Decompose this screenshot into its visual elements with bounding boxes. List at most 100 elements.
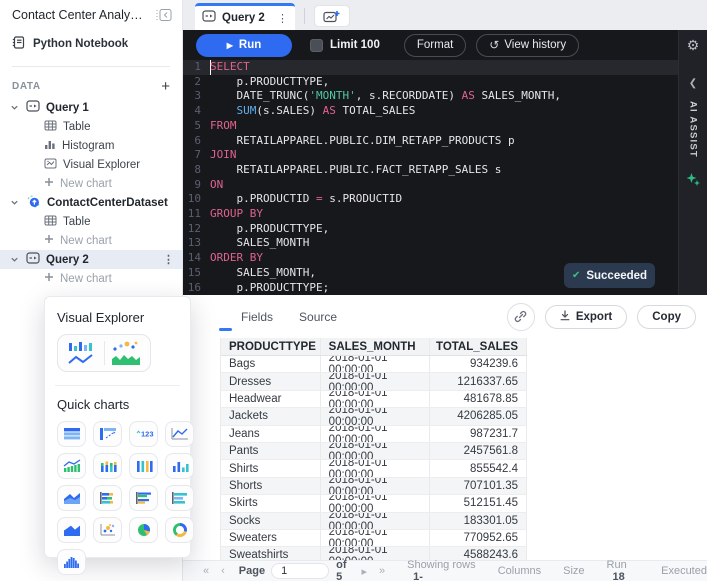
tab-fields[interactable]: Fields [241,310,273,324]
line-number: 13 [183,236,210,251]
sidebar-subitem-new-chart[interactable]: New chart [0,174,182,193]
code-line-7[interactable]: 7JOIN [183,148,678,163]
sidebar-item-query-2[interactable]: Query 2⋮ [0,250,182,269]
code-line-12[interactable]: 12 p.PRODUCTTYPE, [183,222,678,237]
tab-menu-icon[interactable]: ⋮ [277,12,288,25]
table-row[interactable]: Sweatshirts2018-01-01 00:00:004588243.6 [221,547,527,560]
code-line-3[interactable]: 3 DATE_TRUNC('MONTH', s.RECORDDATE) AS S… [183,89,678,104]
quick-chart-line-combo-icon [62,458,82,474]
table-row[interactable]: Bags2018-01-01 00:00:00934239.6 [221,356,527,373]
chevron-down-icon[interactable] [8,255,20,264]
quick-chart-grouped-bar-button[interactable] [129,485,158,511]
quick-chart-area-large-button[interactable] [57,517,86,543]
code-line-8[interactable]: 8 RETAILAPPAREL.PUBLIC.FACT_RETAPP_SALES… [183,163,678,178]
code-line-5[interactable]: 5FROM [183,119,678,134]
sidebar-subitem-new-chart[interactable]: New chart [0,269,182,288]
quick-chart-bar-button[interactable] [165,485,194,511]
sidebar-subitem-histogram[interactable]: Histogram [0,136,182,155]
sidebar-subitem-visual-explorer[interactable]: Visual Explorer [0,155,182,174]
run-button[interactable]: ▶ Run [196,34,292,57]
tree-item-label: Visual Explorer [63,159,140,171]
code-line-9[interactable]: 9ON [183,178,678,193]
quick-chart-histogram-button[interactable] [57,549,86,575]
quick-chart-pivot-icon [98,426,118,442]
table-cell: Shorts [221,478,321,494]
item-menu-icon[interactable]: ⋮ [163,253,174,266]
quick-chart-donut-icon [170,522,190,538]
column-header[interactable]: TOTAL_SALES [430,338,527,355]
table-row[interactable]: Shorts2018-01-01 00:00:00707101.35 [221,478,527,495]
code-line-10[interactable]: 10 p.PRODUCTID = s.PRODUCTID [183,192,678,207]
view-history-button[interactable]: ↺ View history [476,34,579,57]
prev-page-icon[interactable]: ‹ [221,565,225,577]
popup-title: Visual Explorer [57,310,178,325]
add-data-button[interactable]: + [161,79,170,94]
quick-chart-pie-button[interactable] [129,517,158,543]
last-page-icon[interactable]: » [379,565,385,577]
quick-chart-scatter-button[interactable] [93,517,122,543]
sidebar-subitem-table[interactable]: Table [0,212,182,231]
collapse-sidebar-icon[interactable] [155,8,172,22]
code-line-2[interactable]: 2 p.PRODUCTTYPE, [183,75,678,90]
quick-chart-area-button[interactable] [57,485,86,511]
first-page-icon[interactable]: « [203,565,209,577]
settings-gear-icon[interactable]: ⚙ [687,30,700,60]
table-cell: Headwear [221,391,321,407]
quick-chart-stacked-column-button[interactable] [93,453,122,479]
quick-chart-donut-button[interactable] [165,517,194,543]
code-line-13[interactable]: 13 SALES_MONTH [183,236,678,251]
line-number: 8 [183,163,210,178]
plus-icon [44,177,54,190]
column-header[interactable]: SALES_MONTH [321,338,431,355]
new-tab-button[interactable] [314,5,350,27]
table-row[interactable]: Pants2018-01-01 00:00:002457561.8 [221,443,527,460]
export-button[interactable]: Export [545,305,627,329]
quick-chart-pivot-button[interactable] [93,421,122,447]
columns-label[interactable]: Columns [498,565,541,577]
sidebar-item-contactcenterdataset[interactable]: ContactCenterDataset [0,193,182,212]
tab-query-2[interactable]: Query 2 ⋮ [195,3,295,30]
chevron-down-icon[interactable] [8,198,20,207]
copy-button[interactable]: Copy [637,305,696,329]
quick-chart-number-button[interactable]: 123 [129,421,158,447]
next-page-icon[interactable]: ▸ [361,565,367,578]
quick-chart-table-button[interactable] [57,421,86,447]
sidebar-item-python-notebook[interactable]: Python Notebook [0,30,182,58]
size-label[interactable]: Size [563,565,584,577]
code-line-4[interactable]: 4 SUM(s.SALES) AS TOTAL_SALES [183,104,678,119]
quick-chart-line-button[interactable] [165,421,194,447]
sql-code-area[interactable]: 1 SELECT2 p.PRODUCTTYPE,3 DATE_TRUNC('MO… [183,60,678,295]
table-cell: 2018-01-01 00:00:00 [321,408,431,424]
table-cell: 2018-01-01 00:00:00 [321,495,431,511]
ai-sparkle-icon[interactable] [686,172,700,191]
chevron-down-icon[interactable] [8,103,20,112]
results-table[interactable]: PRODUCTTYPESALES_MONTHTOTAL_SALESBags201… [220,338,527,560]
table-row[interactable]: Jackets2018-01-01 00:00:004206285.05 [221,408,527,425]
share-link-button[interactable] [507,303,535,331]
code-line-11[interactable]: 11GROUP BY [183,207,678,222]
table-row[interactable]: Headwear2018-01-01 00:00:00481678.85 [221,391,527,408]
format-button[interactable]: Format [404,34,466,57]
table-row[interactable]: Sweaters2018-01-01 00:00:00770952.65 [221,530,527,547]
sidebar-subitem-new-chart[interactable]: New chart [0,231,182,250]
table-row[interactable]: Socks2018-01-01 00:00:00183301.05 [221,513,527,530]
quick-chart-stacked-bar-button[interactable] [93,485,122,511]
table-row[interactable]: Shirts2018-01-01 00:00:00855542.4 [221,460,527,477]
tab-source[interactable]: Source [299,310,337,324]
sidebar-subitem-table[interactable]: Table [0,117,182,136]
code-line-6[interactable]: 6 RETAILAPPAREL.PUBLIC.DIM_RETAPP_PRODUC… [183,134,678,149]
limit-checkbox[interactable] [310,39,323,52]
expand-panel-icon[interactable]: ❮ [689,78,697,89]
table-row[interactable]: Jeans2018-01-01 00:00:00987231.7 [221,426,527,443]
sidebar-item-query-1[interactable]: Query 1 [0,98,182,117]
table-cell: Bags [221,356,321,372]
quick-chart-line-combo-button[interactable] [57,453,86,479]
page-input[interactable] [271,563,329,579]
quick-chart-column-button[interactable] [165,453,194,479]
code-line-1[interactable]: 1 SELECT [183,60,678,75]
quick-chart-grouped-column-button[interactable] [129,453,158,479]
table-row[interactable]: Skirts2018-01-01 00:00:00512151.45 [221,495,527,512]
visual-explorer-button[interactable] [57,334,151,372]
table-row[interactable]: Dresses2018-01-01 00:00:001216337.65 [221,373,527,390]
column-header[interactable]: PRODUCTTYPE [221,338,321,355]
